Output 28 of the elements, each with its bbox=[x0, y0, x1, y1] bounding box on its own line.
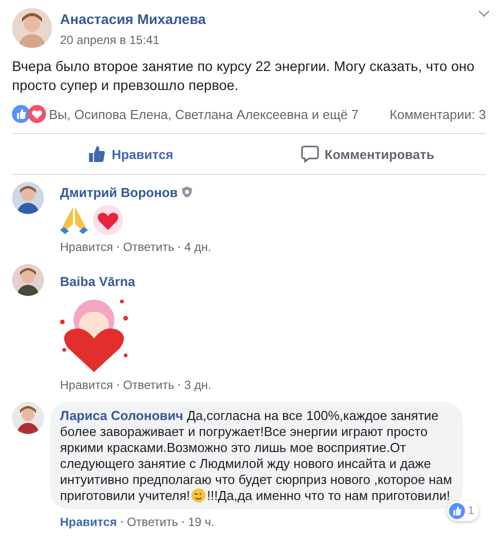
comment-text: Лариса Солонович Да,согласна на все 100%,каждое занятие более завораживает и погружает!Все энергии играют просто яркими красками.Возможно это лишь мое восприятие.От следующего занятие с Людмилой жду нового инсайта и даже интуитивно предполагаю что будет сюрприз нового ,которое нам приготовили учителя! !!!Да,да именно что то нам приготовили! bbox=[60, 408, 453, 504]
like-button[interactable]: Нравится bbox=[12, 134, 249, 174]
post-time[interactable]: 20 апреля в 15:41 bbox=[60, 33, 160, 47]
thumbs-up-icon bbox=[88, 145, 106, 163]
comment-count[interactable]: Комментарии: 3 bbox=[390, 106, 486, 122]
like-reaction-icon[interactable] bbox=[12, 105, 30, 123]
reply-link[interactable]: Ответить bbox=[126, 515, 178, 529]
like-reaction-icon bbox=[448, 503, 465, 519]
like-link[interactable]: Нравится bbox=[60, 515, 117, 529]
like-link[interactable]: Нравится bbox=[60, 240, 113, 254]
commenter-name[interactable]: Дмитрий Воронов bbox=[60, 185, 178, 200]
like-link[interactable]: Нравится bbox=[60, 378, 113, 392]
chevron-down-icon[interactable] bbox=[478, 10, 490, 18]
love-reaction-icon[interactable] bbox=[28, 105, 46, 123]
post-text: Вчера было второе занятие по курсу 22 энергии. Могу сказать, что оно просто супер и превзошло первое. bbox=[11, 57, 476, 95]
comment-time[interactable]: 4 дн. bbox=[184, 240, 212, 254]
speech-bubble-icon bbox=[300, 145, 319, 163]
author-name[interactable]: Анастасия Михалева bbox=[60, 11, 206, 27]
reaction-names[interactable]: Вы, Осипова Елена, Светлана Алексеевна и ещё 7 bbox=[49, 106, 359, 122]
winking-face-icon bbox=[190, 488, 206, 503]
comment-time[interactable]: 19 ч. bbox=[188, 515, 214, 529]
reply-link[interactable]: Ответить bbox=[122, 240, 174, 254]
comment-button[interactable]: Комментировать bbox=[249, 134, 486, 174]
commenter-name[interactable]: Лариса Солонович bbox=[60, 408, 184, 423]
reply-link[interactable]: Ответить bbox=[122, 378, 174, 392]
commenter-name[interactable]: Baiba Vārna bbox=[60, 274, 136, 289]
comment-time[interactable]: 3 дн. bbox=[184, 378, 212, 392]
reaction-count[interactable]: 1 bbox=[446, 501, 479, 521]
